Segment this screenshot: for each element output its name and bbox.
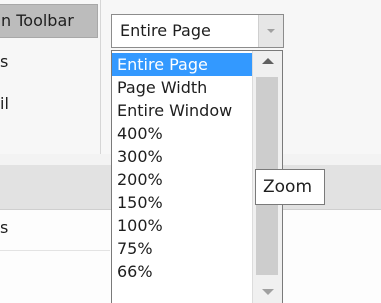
scroll-up-arrow-icon[interactable]	[253, 51, 282, 73]
zoom-option-300[interactable]: 300%	[112, 145, 252, 168]
zoom-option-66[interactable]: 66%	[112, 260, 252, 283]
ribbon-item-fragment[interactable]: s	[0, 52, 8, 71]
zoom-option-entire-window[interactable]: Entire Window	[112, 99, 252, 122]
zoom-option-200[interactable]: 200%	[112, 168, 252, 191]
zoom-options: Entire Page Page Width Entire Window 400…	[112, 53, 252, 283]
zoom-tooltip: Zoom	[255, 169, 325, 205]
zoom-combobox-value: Entire Page	[120, 21, 211, 40]
scroll-down-arrow-icon[interactable]	[253, 281, 282, 303]
chevron-down-icon[interactable]	[258, 15, 283, 47]
ribbon-item-fragment[interactable]: il	[0, 94, 9, 113]
zoom-option-page-width[interactable]: Page Width	[112, 76, 252, 99]
zoom-combobox[interactable]: Entire Page	[111, 14, 284, 48]
zoom-option-100[interactable]: 100%	[112, 214, 252, 237]
content-fragment: s	[0, 218, 9, 237]
zoom-option-entire-page[interactable]: Entire Page	[112, 53, 252, 76]
zoom-option-150[interactable]: 150%	[112, 191, 252, 214]
divider	[0, 250, 110, 251]
zoom-option-75[interactable]: 75%	[112, 237, 252, 260]
ribbon-group-separator	[100, 0, 101, 154]
toolbar-toggle-button[interactable]: n Toolbar	[0, 4, 98, 38]
zoom-option-400[interactable]: 400%	[112, 122, 252, 145]
